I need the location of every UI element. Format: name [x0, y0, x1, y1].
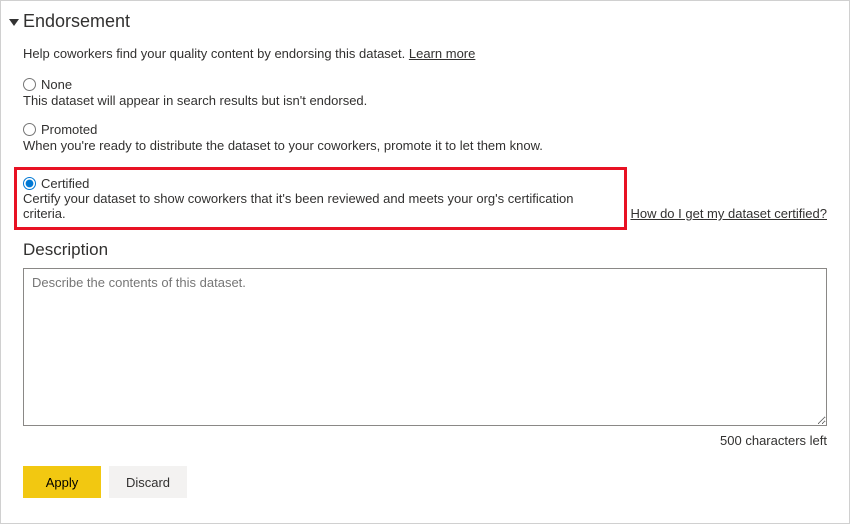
endorsement-panel: Endorsement Help coworkers find your qua… [0, 0, 850, 524]
option-certified: Certified Certify your dataset to show c… [23, 176, 618, 221]
radio-none[interactable] [23, 78, 36, 91]
button-row: Apply Discard [23, 466, 827, 498]
radio-certified-label: Certified [41, 176, 89, 191]
radio-certified-desc: Certify your dataset to show coworkers t… [23, 191, 574, 221]
radio-none-label: None [41, 77, 72, 92]
description-textarea[interactable] [23, 268, 827, 426]
radio-promoted-desc: When you're ready to distribute the data… [23, 138, 827, 153]
description-header: Description [23, 240, 827, 260]
help-text-content: Help coworkers find your quality content… [23, 46, 409, 61]
section-header[interactable]: Endorsement [9, 11, 827, 32]
option-promoted: Promoted When you're ready to distribute… [23, 122, 827, 153]
apply-button[interactable]: Apply [23, 466, 101, 498]
certified-help-link[interactable]: How do I get my dataset certified? [630, 206, 827, 221]
option-none: None This dataset will appear in search … [23, 77, 827, 108]
radio-promoted[interactable] [23, 123, 36, 136]
radio-none-desc: This dataset will appear in search resul… [23, 93, 827, 108]
learn-more-link[interactable]: Learn more [409, 46, 475, 61]
collapse-caret-icon [9, 19, 19, 26]
highlight-box: Certified Certify your dataset to show c… [14, 167, 627, 230]
radio-promoted-label: Promoted [41, 122, 97, 137]
section-title: Endorsement [23, 11, 130, 32]
radio-certified[interactable] [23, 177, 36, 190]
help-text: Help coworkers find your quality content… [23, 46, 827, 61]
discard-button[interactable]: Discard [109, 466, 187, 498]
character-count: 500 characters left [23, 433, 827, 448]
